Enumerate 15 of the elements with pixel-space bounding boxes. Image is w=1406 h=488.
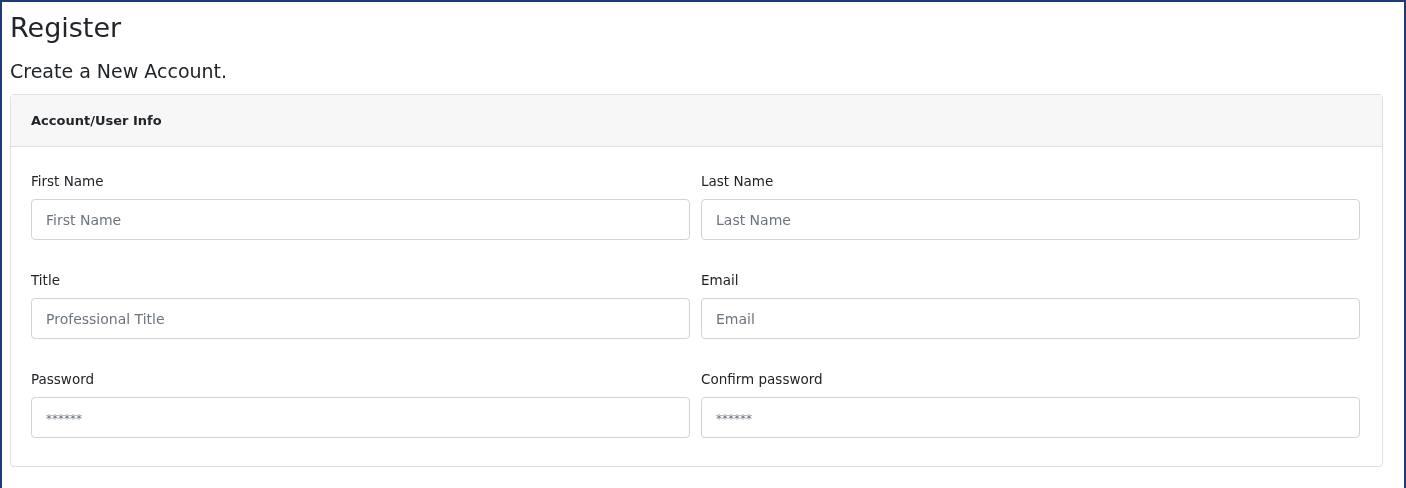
field-label: Last Name xyxy=(701,172,775,191)
input-field[interactable]: Email xyxy=(701,298,1360,339)
input-field[interactable]: Last Name xyxy=(701,199,1360,240)
field-label: Password xyxy=(31,370,96,389)
input-field[interactable]: Professional Title xyxy=(31,298,690,339)
input-field[interactable]: First Name xyxy=(31,199,690,240)
page-subtitle: Create a New Account. xyxy=(10,59,229,84)
field-label: Title xyxy=(31,271,61,290)
card-title: Account/User Info xyxy=(31,113,162,128)
field-label: Confirm password xyxy=(701,370,824,389)
field-label: Email xyxy=(701,271,740,290)
input-field[interactable]: ****** xyxy=(701,397,1360,438)
page-title: Register xyxy=(10,11,123,45)
field-label: First Name xyxy=(31,172,105,191)
input-field[interactable]: ****** xyxy=(31,397,690,438)
